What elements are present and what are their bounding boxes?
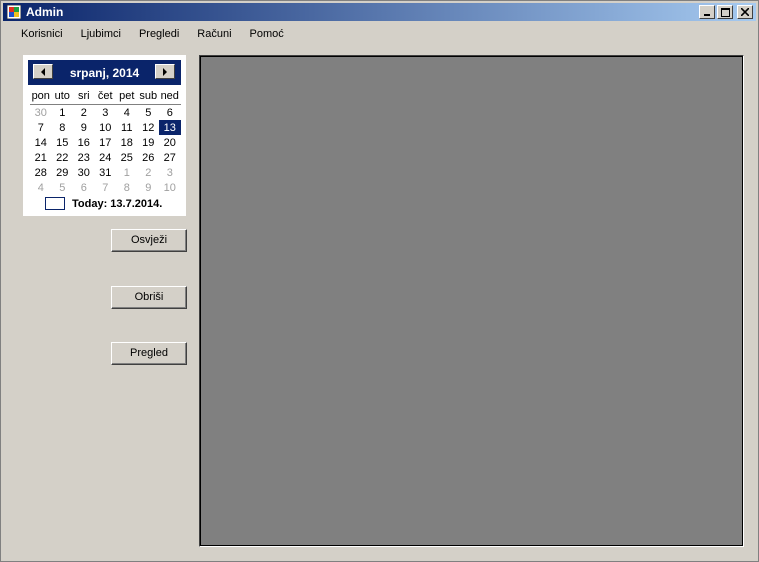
day-name: čet (94, 88, 116, 105)
close-icon (741, 8, 749, 16)
calendar-day[interactable]: 2 (138, 165, 160, 180)
calendar-day[interactable]: 7 (95, 180, 117, 195)
calendar-week: 7 8 9 10 11 12 13 (30, 120, 181, 135)
calendar-day[interactable]: 4 (30, 180, 52, 195)
calendar-week: 4 5 6 7 8 9 10 (30, 180, 181, 195)
calendar-day[interactable]: 10 (159, 180, 181, 195)
content-panel (199, 55, 744, 547)
calendar-day[interactable]: 9 (138, 180, 160, 195)
calendar-day[interactable]: 25 (116, 150, 138, 165)
title-bar[interactable]: Admin (3, 3, 756, 21)
calendar-day[interactable]: 26 (138, 150, 160, 165)
calendar-day[interactable]: 24 (95, 150, 117, 165)
calendar-day[interactable]: 9 (73, 120, 95, 135)
view-button[interactable]: Pregled (111, 342, 187, 365)
calendar-day[interactable]: 15 (52, 135, 74, 150)
calendar-day[interactable]: 20 (159, 135, 181, 150)
calendar-day[interactable]: 7 (30, 120, 52, 135)
maximize-button[interactable] (717, 5, 733, 19)
menu-korisnici[interactable]: Korisnici (3, 23, 72, 45)
calendar-day[interactable]: 19 (138, 135, 160, 150)
calendar-day[interactable]: 10 (95, 120, 117, 135)
calendar-week: 30 1 2 3 4 5 6 (30, 105, 181, 121)
calendar-day[interactable]: 23 (73, 150, 95, 165)
calendar-day[interactable]: 18 (116, 135, 138, 150)
calendar-day[interactable]: 3 (159, 165, 181, 180)
menu-pregledi[interactable]: Pregledi (130, 23, 188, 45)
calendar-day[interactable]: 28 (30, 165, 52, 180)
triangle-right-icon (163, 67, 167, 76)
next-month-button[interactable] (155, 64, 175, 79)
month-calendar[interactable]: srpanj, 2014 pon uto sri čet pet sub ned… (23, 55, 186, 216)
menu-ljubimci[interactable]: Ljubimci (72, 23, 130, 45)
calendar-day[interactable]: 14 (30, 135, 52, 150)
calendar-day[interactable]: 8 (116, 180, 138, 195)
calendar-day[interactable]: 5 (138, 105, 160, 121)
calendar-grid: pon uto sri čet pet sub ned 30 1 2 3 4 5… (30, 88, 181, 195)
day-name: sri (73, 88, 95, 105)
calendar-day[interactable]: 6 (159, 105, 181, 121)
calendar-day[interactable]: 21 (30, 150, 52, 165)
calendar-day[interactable]: 29 (52, 165, 74, 180)
window-title: Admin (26, 5, 64, 19)
refresh-button[interactable]: Osvježi (111, 229, 187, 252)
calendar-day[interactable]: 22 (52, 150, 74, 165)
calendar-day[interactable]: 8 (52, 120, 74, 135)
day-name: pet (116, 88, 138, 105)
calendar-day[interactable]: 16 (73, 135, 95, 150)
day-name: pon (30, 88, 52, 105)
close-button[interactable] (737, 5, 753, 19)
calendar-day[interactable]: 6 (73, 180, 95, 195)
day-name: uto (51, 88, 73, 105)
calendar-day[interactable]: 2 (73, 105, 95, 121)
calendar-week: 28 29 30 31 1 2 3 (30, 165, 181, 180)
calendar-day[interactable]: 4 (116, 105, 138, 121)
menu-pomoc[interactable]: Pomoć (241, 23, 293, 45)
day-names-row: pon uto sri čet pet sub ned (30, 88, 181, 105)
calendar-day[interactable]: 5 (52, 180, 74, 195)
calendar-day[interactable]: 27 (159, 150, 181, 165)
today-link[interactable]: Today: 13.7.2014. (45, 197, 162, 210)
delete-button[interactable]: Obriši (111, 286, 187, 309)
today-marker (45, 197, 65, 210)
day-name: sub (137, 88, 159, 105)
app-icon (7, 5, 21, 19)
today-label: Today: 13.7.2014. (72, 197, 163, 210)
calendar-day[interactable]: 30 (73, 165, 95, 180)
calendar-day[interactable]: 11 (116, 120, 138, 135)
calendar-day[interactable]: 1 (116, 165, 138, 180)
calendar-header: srpanj, 2014 (28, 60, 181, 85)
day-name: ned (159, 88, 181, 105)
minimize-button[interactable] (699, 5, 715, 19)
minimize-icon (704, 14, 710, 16)
calendar-day[interactable]: 17 (95, 135, 117, 150)
calendar-day[interactable]: 31 (95, 165, 117, 180)
calendar-day[interactable]: 12 (138, 120, 160, 135)
menu-racuni[interactable]: Računi (188, 23, 240, 45)
calendar-day-selected[interactable]: 13 (159, 120, 181, 135)
calendar-day[interactable]: 1 (52, 105, 74, 121)
calendar-day[interactable]: 3 (95, 105, 117, 121)
calendar-day[interactable]: 30 (30, 105, 52, 121)
maximize-icon (720, 7, 730, 17)
menu-bar: Korisnici Ljubimci Pregledi Računi Pomoć (3, 23, 756, 45)
calendar-week: 21 22 23 24 25 26 27 (30, 150, 181, 165)
calendar-week: 14 15 16 17 18 19 20 (30, 135, 181, 150)
